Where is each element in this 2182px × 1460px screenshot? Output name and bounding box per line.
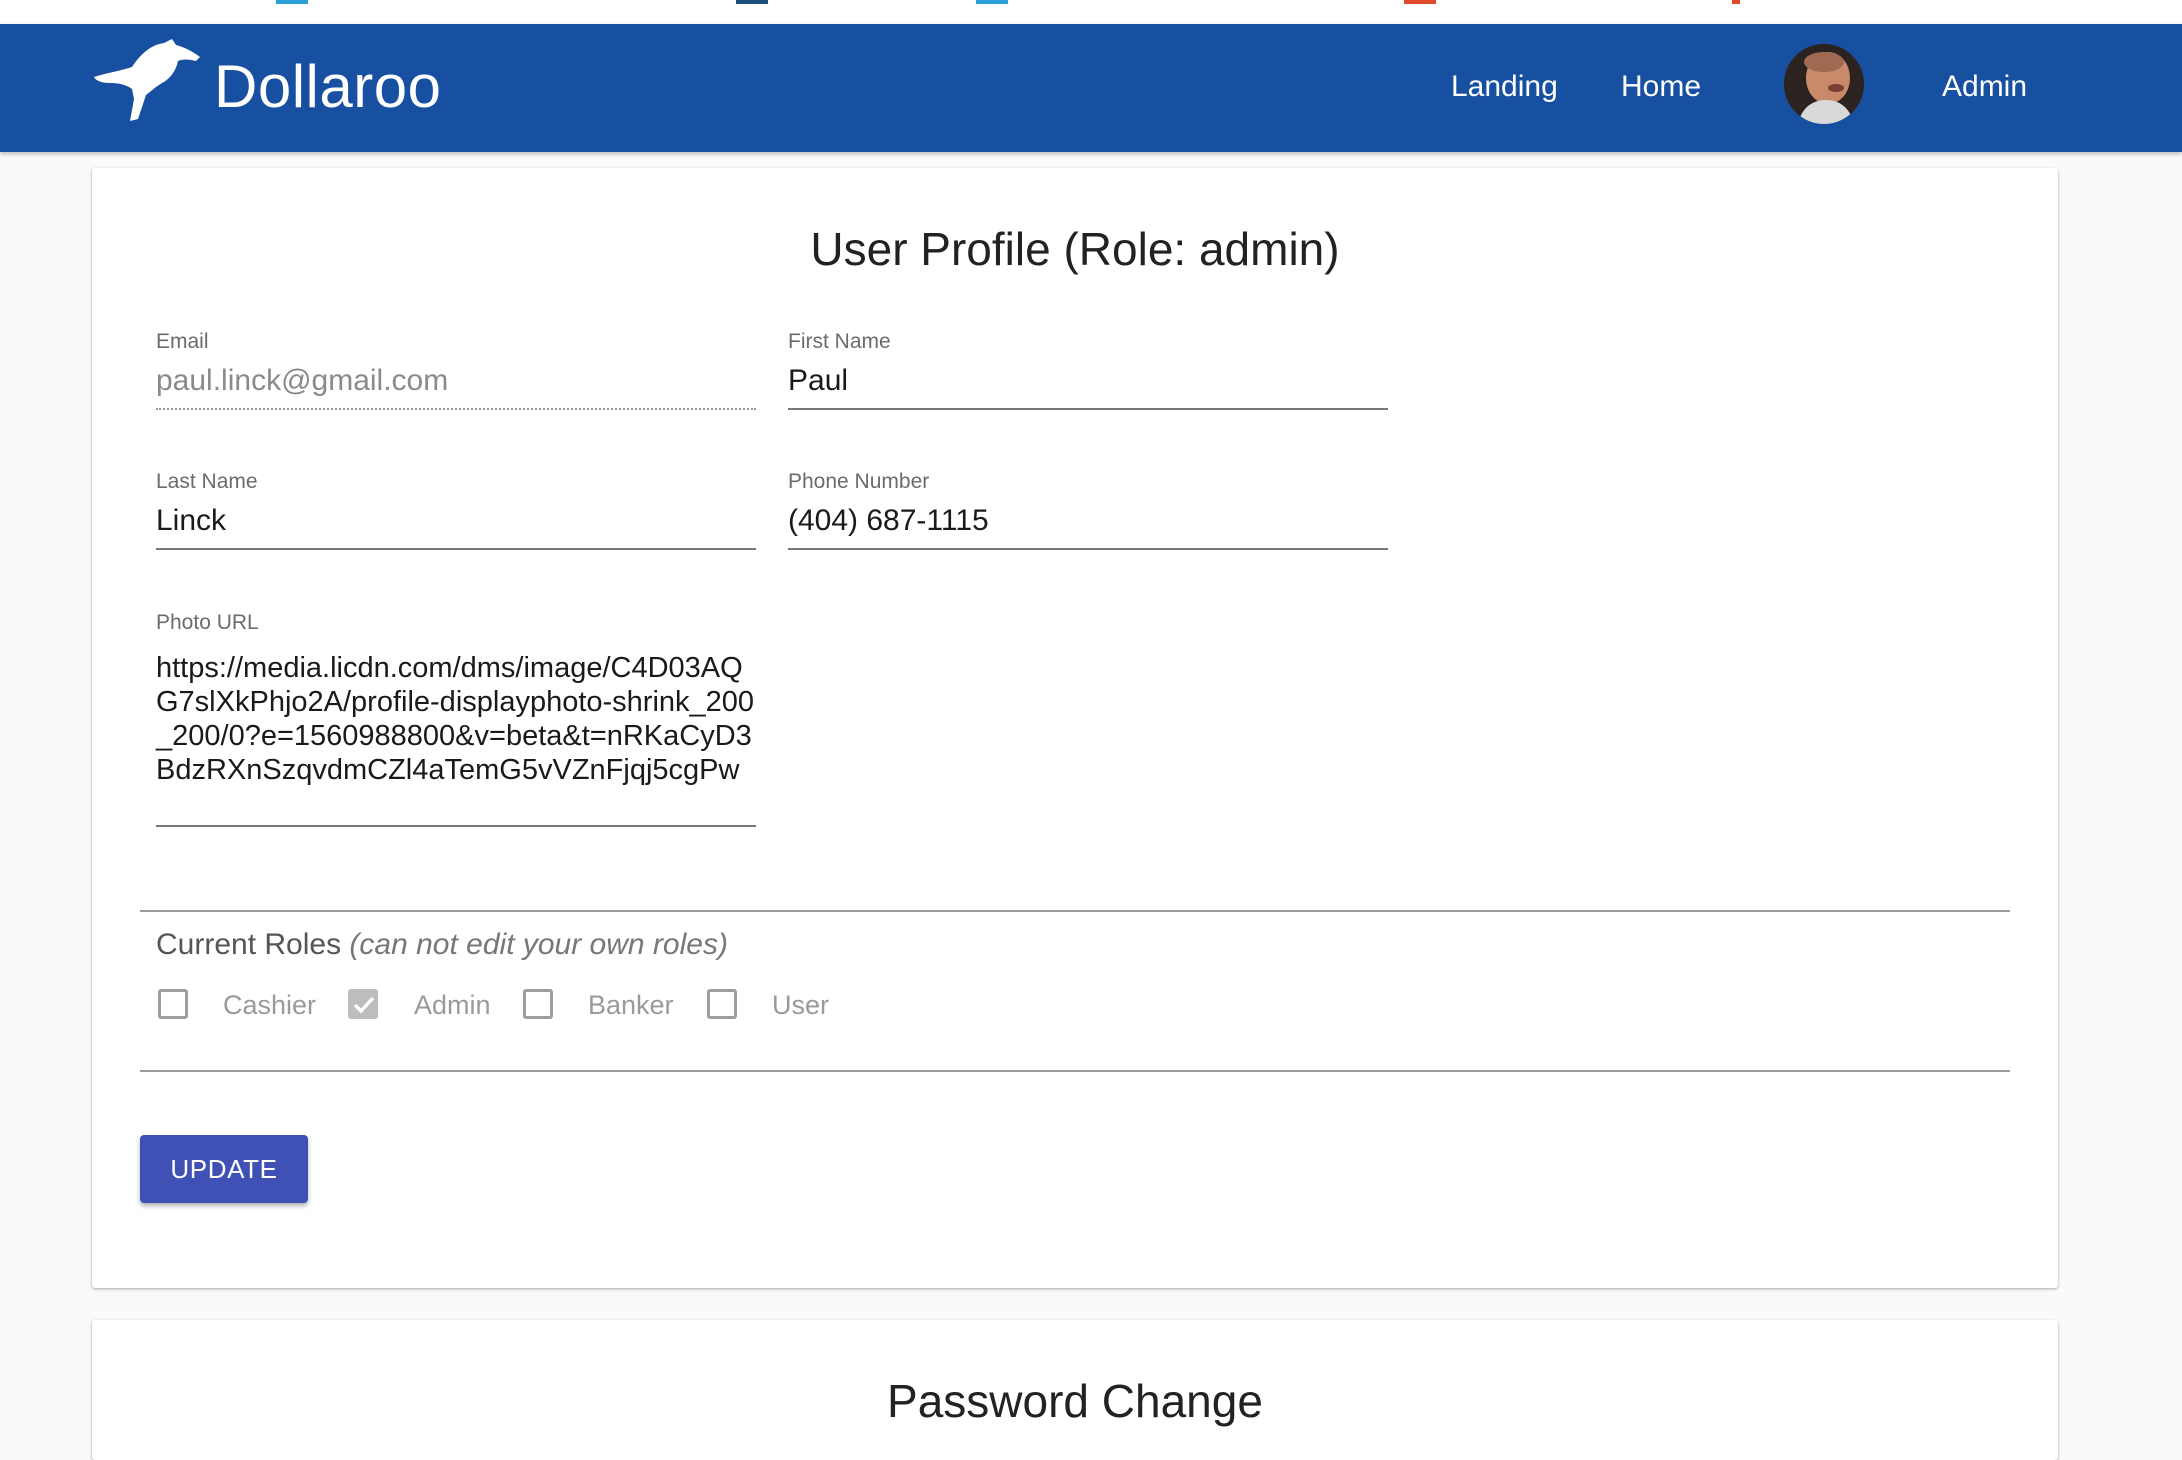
phone-number-input[interactable]: (404) 687-1115: [788, 504, 1388, 538]
email-input: paul.linck@gmail.com: [156, 364, 449, 397]
admin-label[interactable]: Admin: [414, 990, 491, 1021]
photo-url-input[interactable]: https://media.licdn.com/dms/image/C4D03A…: [156, 651, 756, 787]
email-underline: [156, 408, 756, 410]
app-bar: Dollaroo Landing Home Admin: [0, 24, 2182, 152]
roles-heading-text: Current Roles: [156, 928, 342, 961]
checkmark-icon: [353, 996, 375, 1014]
phone-number-underline: [788, 548, 1388, 550]
last-name-input[interactable]: Linck: [156, 504, 756, 538]
photo-url-underline: [156, 825, 756, 827]
photo-url-label: Photo URL: [156, 611, 259, 634]
update-button[interactable]: UPDATE: [140, 1135, 308, 1203]
phone-number-field[interactable]: Phone Number (404) 687-1115: [788, 470, 1388, 550]
avatar[interactable]: [1784, 44, 1864, 124]
kangaroo-logo-icon[interactable]: [92, 37, 202, 123]
password-change-title: Password Change: [887, 1375, 1263, 1427]
nav-landing[interactable]: Landing: [1451, 70, 1558, 104]
last-name-label: Last Name: [156, 470, 258, 493]
photo-url-field[interactable]: Photo URL https://media.licdn.com/dms/im…: [156, 611, 756, 829]
cashier-label[interactable]: Cashier: [223, 990, 316, 1021]
bookmark-icon: [276, 0, 308, 4]
password-change-card: Password Change: [92, 1320, 2058, 1460]
roles-top-divider: [140, 910, 2010, 912]
first-name-input[interactable]: Paul: [788, 364, 1388, 398]
admin-checkbox[interactable]: [348, 989, 378, 1019]
phone-number-label: Phone Number: [788, 470, 930, 493]
last-name-field[interactable]: Last Name Linck: [156, 470, 756, 550]
cashier-checkbox[interactable]: [158, 989, 188, 1019]
page-title: User Profile (Role: admin): [810, 223, 1340, 275]
roles-heading: Current Roles (can not edit your own rol…: [156, 928, 728, 962]
first-name-underline: [788, 408, 1388, 410]
user-checkbox[interactable]: [707, 989, 737, 1019]
nav-home[interactable]: Home: [1621, 70, 1701, 104]
banker-label[interactable]: Banker: [588, 990, 674, 1021]
first-name-field[interactable]: First Name Paul: [788, 330, 1388, 410]
banker-checkbox[interactable]: [523, 989, 553, 1019]
last-name-underline: [156, 548, 756, 550]
bookmark-icon: [1404, 0, 1436, 4]
roles-bottom-divider: [140, 1070, 2010, 1072]
user-profile-card: User Profile (Role: admin) Email paul.li…: [92, 168, 2058, 1288]
first-name-label: First Name: [788, 330, 891, 353]
user-label[interactable]: User: [772, 990, 829, 1021]
bookmark-icon: [1732, 0, 1740, 4]
brand-name[interactable]: Dollaroo: [214, 52, 441, 121]
bookmark-icon: [976, 0, 1008, 4]
browser-top-strip: [0, 0, 2182, 24]
bookmark-icon: [736, 0, 768, 4]
nav-admin[interactable]: Admin: [1942, 70, 2027, 104]
email-label: Email: [156, 330, 209, 353]
roles-heading-note: (can not edit your own roles): [349, 928, 728, 961]
email-field: Email paul.linck@gmail.com: [156, 330, 756, 410]
